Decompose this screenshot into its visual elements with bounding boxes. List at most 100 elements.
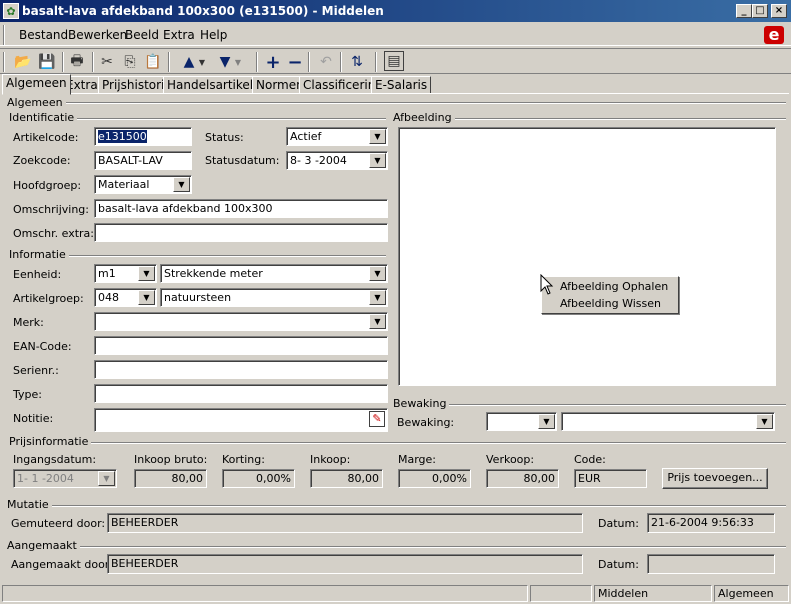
artikelgroep-desc-select[interactable]: natuursteen ▼ xyxy=(160,288,388,307)
maximize-button[interactable]: □ xyxy=(752,4,768,18)
chevron-down-icon[interactable]: ▼ xyxy=(369,153,386,168)
bewaking-desc-select[interactable]: ▼ xyxy=(561,412,775,431)
toolbar-separator xyxy=(308,52,310,72)
status-value: Actief xyxy=(290,130,322,143)
eenheid-desc-select[interactable]: Strekkende meter ▼ xyxy=(160,264,388,283)
omschrijving-input[interactable]: basalt-lava afdekband 100x300 xyxy=(94,199,388,218)
korting-label: Korting: xyxy=(222,453,265,466)
bewaking-select[interactable]: ▼ xyxy=(486,412,557,431)
brand-logo: e xyxy=(764,26,784,44)
chevron-down-icon[interactable]: ▼ xyxy=(756,414,773,429)
artikelgroep-code-select[interactable]: 048 ▼ xyxy=(94,288,157,307)
minimize-button[interactable]: _ xyxy=(736,4,752,18)
statusdatum-select[interactable]: 8- 3 -2004 ▼ xyxy=(286,151,388,170)
status-bar: Middelen Algemeen xyxy=(0,583,791,604)
group-aangemaakt: Aangemaakt xyxy=(7,539,80,552)
chevron-down-icon[interactable]: ▼ xyxy=(369,314,386,329)
cut-icon[interactable]: ✂ xyxy=(96,51,118,73)
paste-icon[interactable]: 📋 xyxy=(142,51,164,73)
chevron-down-icon[interactable]: ▼ xyxy=(369,290,386,305)
group-identificatie: Identificatie xyxy=(9,111,78,124)
menu-bewerken[interactable]: Bewerken xyxy=(68,28,127,42)
dropdown-arrow-icon[interactable]: ▼ xyxy=(232,51,244,73)
status-cell-empty xyxy=(530,585,592,602)
print-icon[interactable]: 🖶 xyxy=(66,51,88,73)
zoekcode-input[interactable]: BASALT-LAV xyxy=(94,151,192,170)
verkoop-label: Verkoop: xyxy=(486,453,535,466)
hoofdgroep-select[interactable]: Materiaal ▼ xyxy=(94,175,192,194)
inkoop-label: Inkoop: xyxy=(310,453,351,466)
menu-help[interactable]: Help xyxy=(200,28,227,42)
eenheid-code-select[interactable]: m1 ▼ xyxy=(94,264,157,283)
ingangsdatum-select[interactable]: 1- 1 -2004 ▼ xyxy=(13,469,117,488)
type-input[interactable] xyxy=(94,384,388,403)
menu-item-afbeelding-wissen[interactable]: Afbeelding Wissen xyxy=(560,297,661,310)
divider xyxy=(448,118,786,120)
toolbar-separator xyxy=(92,52,94,72)
menu-extra[interactable]: Extra xyxy=(163,28,195,42)
divider xyxy=(60,102,786,104)
menu-bestand[interactable]: Bestand xyxy=(19,28,68,42)
korting-value: 0,00% xyxy=(256,472,291,485)
open-folder-icon[interactable]: 📂 xyxy=(12,51,34,73)
refresh-icon[interactable]: ⇅ xyxy=(346,51,368,73)
chevron-down-icon[interactable]: ▼ xyxy=(98,471,115,486)
serienr-input[interactable] xyxy=(94,360,388,379)
ean-input[interactable] xyxy=(94,336,388,355)
copy-icon[interactable]: ⎘ xyxy=(119,51,141,73)
artikelcode-input[interactable]: e131500 xyxy=(94,127,192,146)
aangemaakt-datum-field xyxy=(647,554,775,574)
group-bewaking: Bewaking xyxy=(393,397,450,410)
add-icon[interactable]: + xyxy=(262,51,284,73)
notitie-input[interactable]: ✎ xyxy=(94,408,388,432)
app-icon[interactable]: ✿ xyxy=(3,3,19,19)
inkoop-bruto-label: Inkoop bruto: xyxy=(134,453,208,466)
status-select[interactable]: Actief ▼ xyxy=(286,127,388,146)
aangemaakt-door-label: Aangemaakt door: xyxy=(11,558,113,571)
close-button[interactable]: × xyxy=(771,4,787,18)
aangemaakt-door-field: BEHEERDER xyxy=(107,554,583,574)
group-mutatie: Mutatie xyxy=(7,498,52,511)
menu-beeld[interactable]: Beeld xyxy=(125,28,159,42)
chevron-down-icon[interactable]: ▼ xyxy=(538,414,555,429)
title-bar: ✿ basalt-lava afdekband 100x300 (e131500… xyxy=(0,0,791,22)
eenheid-label: Eenheid: xyxy=(13,268,62,281)
save-icon[interactable]: 💾 xyxy=(36,51,58,73)
remove-icon[interactable]: − xyxy=(284,51,306,73)
merk-label: Merk: xyxy=(13,316,44,329)
merk-select[interactable]: ▼ xyxy=(94,312,388,331)
serienr-label: Serienr.: xyxy=(13,364,59,377)
chevron-down-icon[interactable]: ▼ xyxy=(369,266,386,281)
notitie-label: Notitie: xyxy=(13,412,54,425)
code-value: EUR xyxy=(578,472,601,485)
chevron-down-icon[interactable]: ▼ xyxy=(173,177,190,192)
mutatie-datum-value: 21-6-2004 9:56:33 xyxy=(651,516,754,529)
chevron-down-icon[interactable]: ▼ xyxy=(369,129,386,144)
group-informatie: Informatie xyxy=(9,248,69,261)
undo-icon[interactable]: ↶ xyxy=(315,51,337,73)
code-field: EUR xyxy=(574,469,647,488)
toolbar-grip xyxy=(3,52,5,72)
mutatie-datum-label: Datum: xyxy=(598,517,639,530)
dropdown-arrow-icon[interactable]: ▼ xyxy=(196,51,208,73)
statusdatum-label: Statusdatum: xyxy=(205,154,280,167)
image-area[interactable] xyxy=(398,127,776,386)
omschr-extra-input[interactable] xyxy=(94,223,388,242)
section-title: Algemeen xyxy=(7,96,66,109)
tab-e-salaris[interactable]: E-Salaris xyxy=(371,76,432,94)
toolbar: 📂 💾 🖶 ✂ ⎘ 📋 ▲ ▼ ▼ ▼ + − ↶ ⇅ ▤ xyxy=(0,48,791,74)
divider xyxy=(82,442,786,444)
chevron-down-icon[interactable]: ▼ xyxy=(138,266,155,281)
divider xyxy=(70,118,386,120)
marge-value: 0,00% xyxy=(432,472,467,485)
marge-field: 0,00% xyxy=(398,469,471,488)
tab-algemeen[interactable]: Algemeen xyxy=(2,74,71,95)
code-label: Code: xyxy=(574,453,606,466)
prijs-toevoegen-button[interactable]: Prijs toevoegen... xyxy=(662,468,768,489)
window-layout-icon[interactable]: ▤ xyxy=(384,51,404,71)
chevron-down-icon[interactable]: ▼ xyxy=(138,290,155,305)
ingangsdatum-value: 1- 1 -2004 xyxy=(17,472,74,485)
menu-item-afbeelding-ophalen[interactable]: Afbeelding Ophalen xyxy=(560,280,668,293)
inkoop-field: 80,00 xyxy=(310,469,383,488)
edit-note-icon[interactable]: ✎ xyxy=(369,411,385,427)
